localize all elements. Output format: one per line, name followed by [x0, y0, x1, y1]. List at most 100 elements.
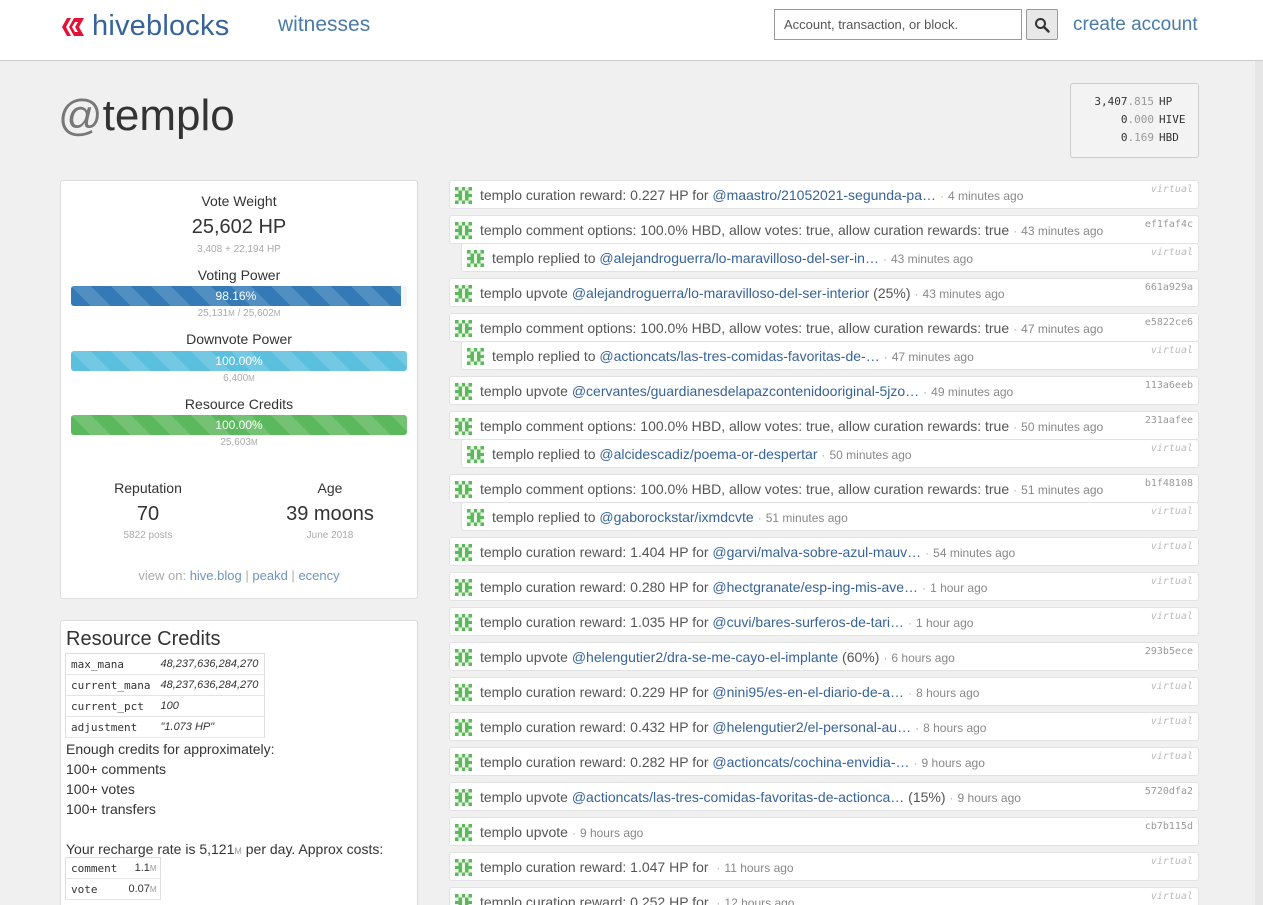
op-weight: (60%)	[838, 649, 880, 665]
op-timestamp[interactable]: 50 minutes ago	[830, 448, 912, 462]
identicon-icon	[467, 446, 484, 463]
identicon-icon	[467, 509, 484, 526]
op-tx-id[interactable]: 113a6eeb	[1145, 380, 1193, 391]
op-post-link[interactable]: @alejandroguerra/lo-maravilloso-del-ser-…	[572, 285, 869, 301]
rc-transfers: 100+ transfers	[66, 801, 156, 817]
op-description: templo curation reward: 0.252 HP for	[480, 894, 713, 905]
ecency-link[interactable]: ecency	[298, 568, 339, 583]
op-post-link[interactable]: @maastro/21052021-segunda-pa…	[712, 187, 936, 203]
downvote-power-bar: 100.00%	[71, 351, 407, 371]
feed-row: templo curation reward: 0.280 HP for @he…	[449, 572, 1199, 601]
op-timestamp[interactable]: 51 minutes ago	[1021, 483, 1103, 497]
op-timestamp[interactable]: 51 minutes ago	[766, 511, 848, 525]
op-timestamp[interactable]: 9 hours ago	[958, 791, 1021, 805]
op-timestamp[interactable]: 50 minutes ago	[1021, 420, 1103, 434]
peakd-link[interactable]: peakd	[252, 568, 287, 583]
op-tx-id[interactable]: 661a929a	[1145, 282, 1193, 293]
op-timestamp[interactable]: 8 hours ago	[923, 721, 986, 735]
op-text: templo curation reward: 1.035 HP for @cu…	[480, 614, 973, 630]
op-timestamp[interactable]: 8 hours ago	[916, 686, 979, 700]
feed-row: templo curation reward: 0.229 HP for @ni…	[449, 677, 1199, 706]
op-dot-separator: ·	[1013, 483, 1018, 497]
op-tx-id[interactable]: cb7b115d	[1145, 821, 1193, 832]
op-timestamp[interactable]: 43 minutes ago	[891, 252, 973, 266]
op-timestamp[interactable]: 12 hours ago	[724, 896, 794, 905]
feed-reply-row: templo replied to @actioncats/las-tres-c…	[461, 341, 1199, 370]
identicon-icon	[467, 250, 484, 267]
op-post-link[interactable]: @cuvi/bares-surferos-de-tari…	[712, 614, 904, 630]
op-post-link[interactable]: @garvi/malva-sobre-azul-mauv…	[712, 544, 921, 560]
op-timestamp[interactable]: 9 hours ago	[580, 826, 643, 840]
op-tx-id[interactable]: 5720dfa2	[1145, 786, 1193, 797]
balance-line: 0.169 HBD	[1081, 129, 1188, 147]
op-post-link[interactable]: @alcidescadiz/poema-or-despertar	[599, 446, 817, 462]
feed-row: templo curation reward: 0.282 HP for @ac…	[449, 747, 1199, 776]
feed-row: templo comment options: 100.0% HBD, allo…	[449, 215, 1199, 244]
op-timestamp[interactable]: 1 hour ago	[916, 616, 973, 630]
op-timestamp[interactable]: 6 hours ago	[891, 651, 954, 665]
create-account-link[interactable]: create account	[1073, 14, 1198, 36]
search-button[interactable]	[1026, 9, 1058, 40]
op-post-link[interactable]: @helengutier2/el-personal-au…	[712, 719, 911, 735]
hiveblocks-logo[interactable]: hiveblocks	[60, 10, 229, 43]
hive-blog-link[interactable]: hive.blog	[190, 568, 242, 583]
age-value: 39 moons	[286, 503, 374, 525]
op-description: templo curation reward: 1.047 HP for	[480, 859, 713, 875]
op-tx-id[interactable]: b1f48108	[1145, 478, 1193, 489]
rc-value: 48,237,636,284,270	[155, 674, 265, 696]
op-text: templo upvote @alejandroguerra/lo-maravi…	[480, 285, 1005, 301]
op-post-link[interactable]: @nini95/es-en-el-diario-de-a…	[712, 684, 904, 700]
op-timestamp[interactable]: 49 minutes ago	[931, 385, 1013, 399]
op-tx-id[interactable]: ef1faf4c	[1145, 219, 1193, 230]
op-timestamp[interactable]: 4 minutes ago	[948, 189, 1023, 203]
op-text: templo upvote @actioncats/las-tres-comid…	[480, 789, 1021, 805]
op-description: templo upvote	[480, 789, 572, 805]
witnesses-link[interactable]: witnesses	[278, 13, 370, 37]
op-dot-separator: ·	[883, 651, 888, 665]
op-post-link[interactable]: @helengutier2/dra-se-me-cayo-el-implante	[572, 649, 838, 665]
logo-text: hiveblocks	[92, 10, 230, 42]
search-input[interactable]	[774, 9, 1022, 40]
op-post-link[interactable]: @actioncats/las-tres-comidas-favoritas-d…	[572, 789, 904, 805]
cost-row: comment 1.1M	[65, 857, 161, 879]
op-text: templo curation reward: 0.280 HP for @he…	[480, 579, 987, 595]
op-timestamp[interactable]: 9 hours ago	[922, 756, 985, 770]
op-timestamp[interactable]: 43 minutes ago	[1021, 224, 1103, 238]
op-timestamp[interactable]: 54 minutes ago	[933, 546, 1015, 560]
op-dot-separator: ·	[908, 616, 913, 630]
feed-row: templo curation reward: 0.432 HP for @he…	[449, 712, 1199, 741]
op-description: templo comment options: 100.0% HBD, allo…	[480, 418, 1010, 434]
op-tx-id[interactable]: 231aafee	[1145, 415, 1193, 426]
resource-credits-fill: 100.00%	[71, 415, 407, 435]
op-post-link[interactable]: @gaborockstar/ixmdcvte	[599, 509, 753, 525]
feed-row: templo upvote @cervantes/guardianesdelap…	[449, 376, 1199, 405]
op-description: templo upvote	[480, 824, 568, 840]
op-post-link[interactable]: @cervantes/guardianesdelapazcontenidoori…	[572, 383, 919, 399]
view-on-label: view on:	[138, 568, 187, 583]
join-date: June 2018	[306, 530, 354, 541]
op-tx-id[interactable]: 293b5ece	[1145, 646, 1193, 657]
op-description: templo comment options: 100.0% HBD, allo…	[480, 222, 1010, 238]
op-timestamp[interactable]: 11 hours ago	[724, 861, 793, 875]
op-dot-separator: ·	[1013, 420, 1018, 434]
op-tx-id: virtual	[1150, 856, 1193, 867]
op-post-link[interactable]: @alejandroguerra/lo-maravilloso-del-ser-…	[599, 250, 879, 266]
op-timestamp[interactable]: 47 minutes ago	[1021, 322, 1103, 336]
op-timestamp[interactable]: 1 hour ago	[930, 581, 987, 595]
op-post-link[interactable]: @actioncats/cochina-envidia-…	[712, 754, 909, 770]
op-timestamp[interactable]: 47 minutes ago	[892, 350, 974, 364]
op-text: templo upvote · 9 hours ago	[480, 824, 643, 840]
op-post-link[interactable]: @actioncats/las-tres-comidas-favoritas-d…	[599, 348, 879, 364]
op-description: templo replied to	[492, 446, 600, 462]
page-scrollbar[interactable]	[1255, 61, 1263, 905]
rc-value: 25,603	[220, 437, 251, 448]
op-timestamp[interactable]: 43 minutes ago	[923, 287, 1005, 301]
op-post-link[interactable]: @hectgranate/esp-ing-mis-ave…	[712, 579, 918, 595]
separator: |	[291, 568, 295, 583]
op-text: templo upvote @cervantes/guardianesdelap…	[480, 383, 1013, 399]
op-tx-id[interactable]: e5822ce6	[1145, 317, 1193, 328]
navbar: hiveblocks witnesses create account	[0, 0, 1263, 61]
mega-unit: M	[228, 309, 235, 318]
op-text: templo replied to @alcidescadiz/poema-or…	[492, 446, 912, 462]
identicon-icon	[455, 320, 472, 337]
